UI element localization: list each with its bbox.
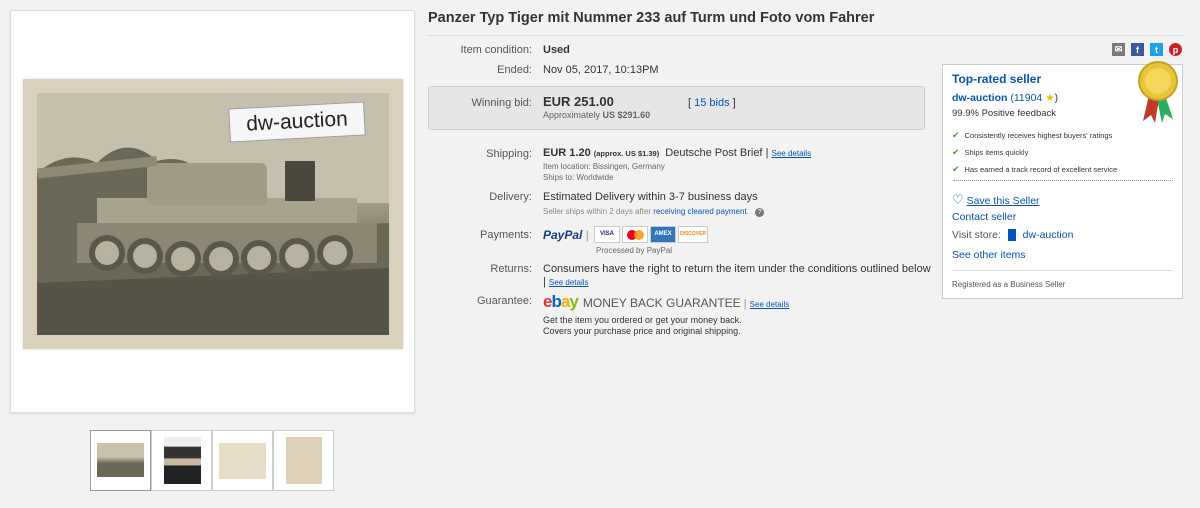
top-rated-heading: Top-rated seller bbox=[952, 72, 1042, 86]
thumbnail-strip bbox=[90, 430, 334, 491]
condition-value: Used bbox=[543, 44, 570, 56]
ended-value: Nov 05, 2017, 10:13PM bbox=[543, 64, 659, 76]
winning-bid-label: Winning bid: bbox=[471, 97, 532, 109]
approx-label: Approximately bbox=[543, 110, 601, 120]
winning-bid-value: EUR 251.00 bbox=[543, 94, 614, 109]
pinterest-share-icon[interactable]: p bbox=[1169, 43, 1182, 56]
main-image-viewer[interactable]: dw-auction bbox=[10, 10, 415, 413]
bullet-2: ✔ Ships items quickly bbox=[952, 147, 1029, 157]
star-icon: ★ bbox=[1045, 92, 1055, 104]
shipping-label: Shipping: bbox=[486, 148, 532, 160]
feedback-score[interactable]: (11904 bbox=[1010, 92, 1042, 104]
check-icon: ✔ bbox=[952, 130, 960, 140]
item-location: Item location: Bissingen, Germany bbox=[543, 162, 665, 171]
save-seller[interactable]: ♡ Save this Seller bbox=[952, 192, 1040, 208]
store-icon bbox=[1007, 229, 1016, 242]
listing-title: Panzer Typ Tiger mit Nummer 233 auf Turm… bbox=[428, 10, 875, 26]
delivery-value: Estimated Delivery within 3-7 business d… bbox=[543, 191, 758, 203]
guarantee-line-1: Get the item you ordered or get your mon… bbox=[543, 315, 742, 325]
returns-value: Consumers have the right to return the i… bbox=[543, 263, 931, 275]
shipping-price: EUR 1.20 bbox=[543, 147, 591, 159]
facebook-share-icon[interactable]: f bbox=[1131, 43, 1144, 56]
save-seller-link[interactable]: Save this Seller bbox=[967, 195, 1040, 207]
panel-divider-1 bbox=[953, 180, 1173, 181]
amex-logo: AMEX bbox=[650, 226, 676, 243]
email-share-icon[interactable]: ✉ bbox=[1112, 43, 1125, 56]
seller-name-line: dw-auction (11904 ★) bbox=[952, 92, 1059, 104]
returns-label: Returns: bbox=[490, 263, 532, 275]
mbg-text: MONEY BACK GUARANTEE bbox=[582, 296, 741, 310]
shipping-service: Deutsche Post Brief bbox=[665, 147, 763, 159]
money-back-guarantee: ebay MONEY BACK GUARANTEE | See details bbox=[543, 292, 790, 311]
shipping-see-details-link[interactable]: See details bbox=[771, 149, 811, 158]
bullet-3: ✔ Has earned a track record of excellent … bbox=[952, 164, 1118, 174]
guarantee-line-2: Covers your purchase price and original … bbox=[543, 326, 741, 336]
bids-count: [ 15 bids ] bbox=[688, 97, 736, 109]
help-icon[interactable]: ? bbox=[755, 208, 765, 217]
returns-details: | See details bbox=[543, 276, 589, 288]
title-divider bbox=[428, 35, 1184, 36]
bullet-1: ✔ Consistently receives highest buyers' r… bbox=[952, 130, 1113, 140]
ebay-logo: ebay bbox=[543, 292, 579, 311]
approx-value: US $291.60 bbox=[602, 110, 651, 120]
panel-divider-2 bbox=[953, 270, 1173, 271]
processed-by-paypal: Processed by PayPal bbox=[596, 246, 673, 255]
guarantee-label: Guarantee: bbox=[476, 295, 532, 307]
delivery-label: Delivery: bbox=[489, 191, 532, 203]
thumbnail-2[interactable] bbox=[151, 430, 212, 491]
check-icon: ✔ bbox=[952, 147, 960, 157]
delivery-note: Seller ships within 2 days after receivi… bbox=[543, 207, 765, 217]
see-other-items-link[interactable]: See other items bbox=[952, 249, 1026, 261]
twitter-share-icon[interactable]: t bbox=[1150, 43, 1163, 56]
condition-label: Item condition: bbox=[460, 44, 532, 56]
seller-info-panel: Top-rated seller dw-auction (11904 ★) 99… bbox=[942, 61, 1183, 299]
seller-name-link[interactable]: dw-auction bbox=[952, 92, 1007, 104]
shipping-line: EUR 1.20 (approx. US $1.39) Deutsche Pos… bbox=[543, 147, 812, 159]
check-icon: ✔ bbox=[952, 164, 960, 174]
top-rated-badge-icon bbox=[1135, 59, 1181, 125]
card-logos: VISA AMEX DISCOVER bbox=[594, 226, 710, 243]
positive-feedback: 99.9% Positive feedback bbox=[952, 108, 1057, 119]
ended-label: Ended: bbox=[497, 64, 532, 76]
visit-store-line: Visit store: dw-auction bbox=[952, 229, 1074, 242]
cleared-payment-link[interactable]: receiving cleared payment bbox=[653, 207, 746, 216]
thumbnail-3[interactable] bbox=[212, 430, 273, 491]
visa-logo: VISA bbox=[594, 226, 620, 243]
heart-icon: ♡ bbox=[952, 192, 964, 207]
business-seller-note: Registered as a Business Seller bbox=[952, 280, 1066, 289]
payments-label: Payments: bbox=[480, 229, 532, 241]
contact-seller-link[interactable]: Contact seller bbox=[952, 211, 1016, 223]
seller-bullets: ✔ Consistently receives highest buyers' r… bbox=[952, 127, 1117, 178]
watermark-label: dw-auction bbox=[228, 101, 366, 143]
bids-link[interactable]: 15 bids bbox=[694, 97, 729, 109]
returns-see-details-link[interactable]: See details bbox=[549, 278, 589, 287]
thumbnail-1[interactable] bbox=[90, 430, 151, 491]
thumbnail-4[interactable] bbox=[273, 430, 334, 491]
store-link[interactable]: dw-auction bbox=[1023, 229, 1074, 241]
guarantee-see-details-link[interactable]: See details bbox=[750, 300, 790, 309]
mastercard-logo bbox=[622, 226, 648, 243]
ships-to: Ships to: Worldwide bbox=[543, 173, 614, 182]
discover-logo: DISCOVER bbox=[678, 226, 708, 243]
approx-line: Approximately US $291.60 bbox=[543, 110, 650, 120]
paypal-logo: PayPal | bbox=[543, 228, 589, 242]
shipping-approx: (approx. US $1.39) bbox=[593, 149, 660, 158]
